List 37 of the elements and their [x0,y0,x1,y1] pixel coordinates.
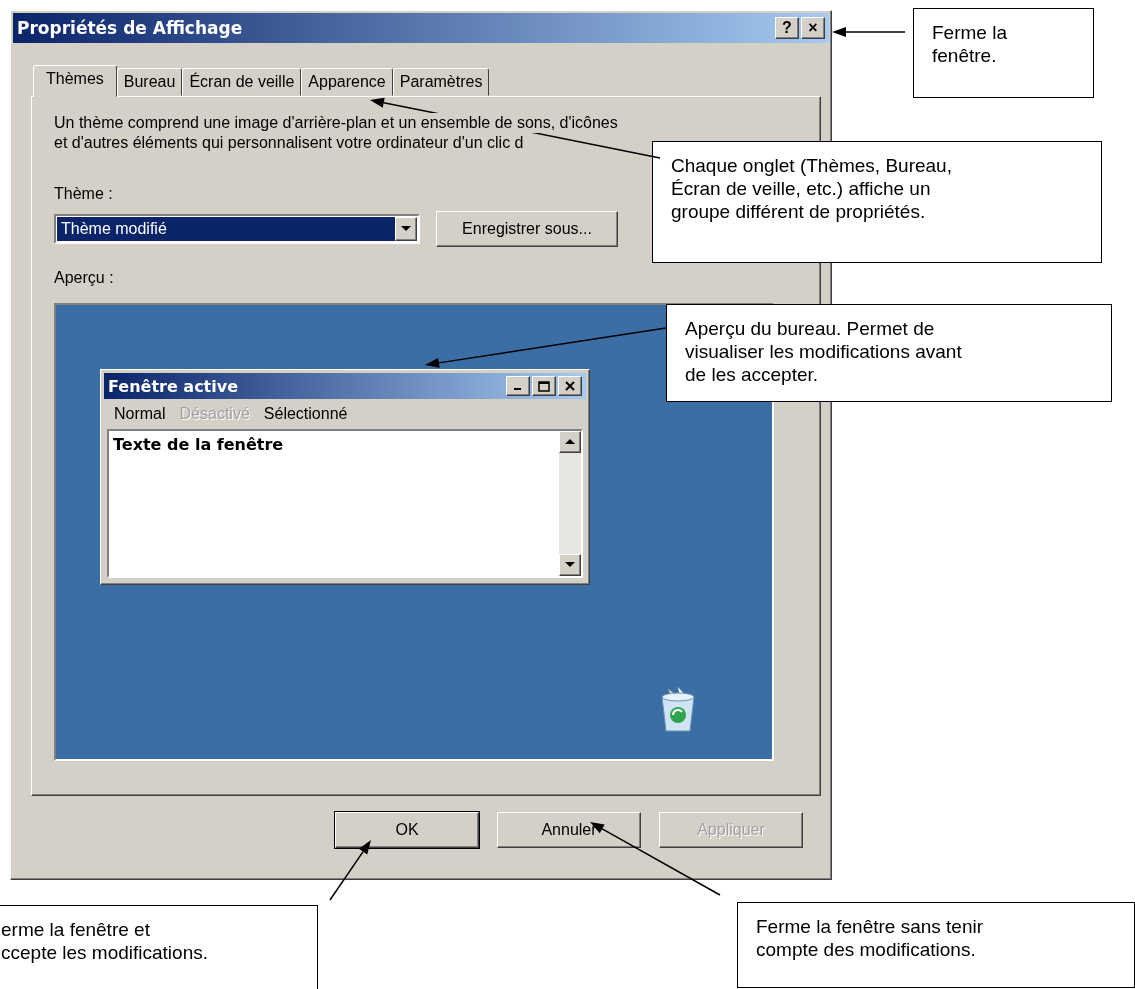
preview-window-title: Fenêtre active [108,376,239,396]
window-text: Texte de la fenêtre [112,434,285,456]
callout-text: Ferme la fenêtre sans tenir [756,915,985,938]
callout-text: Ferme la [932,21,1008,44]
callout-text: Chaque onglet (Thèmes, Bureau, [671,154,953,177]
minimize-icon [506,376,530,396]
callout-text: Aperçu du bureau. Permet de [685,317,936,340]
callout-text: Écran de veille, etc.) affiche un [671,177,932,200]
tab[interactable]: Bureau [116,68,183,96]
callout-text: fenêtre. [932,44,998,67]
description-text: Un thème comprend une image d'arrière-plan et un ensemble de sons, d'icônes [54,113,618,133]
theme-dropdown[interactable]: Thème modifié [54,214,420,244]
maximize-icon [532,376,556,396]
dropdown-button[interactable] [395,217,417,241]
preview-label: Aperçu : [54,269,114,287]
callout-text: visualiser les modifications avant [685,340,963,363]
close-button[interactable]: × [801,17,825,39]
cancel-button[interactable]: Annuler [497,812,641,848]
theme-label: Thème : [54,185,113,203]
window-title: Propriétés de Affichage [17,18,243,38]
description-text: et d'autres éléments qui personnalisent votre ordinateur d'un clic d [54,133,524,153]
arrow [329,840,371,901]
tab[interactable]: Thèmes [33,65,117,97]
tab[interactable]: Apparence [301,68,393,96]
callout-text: groupe différent de propriétés. [671,200,927,223]
help-button[interactable]: ? [775,17,799,39]
close-icon [558,376,582,396]
recycle-bin-icon [658,687,698,733]
callout-text: erme la fenêtre et [1,918,151,941]
callout-text: de les accepter. [685,363,820,386]
tab[interactable]: Paramètres [392,68,490,96]
callout-text: compte des modifications. [756,938,977,961]
callout-text: ccepte les modifications. [1,941,209,964]
tab[interactable]: Écran de veille [182,68,302,96]
ok-button[interactable]: OK [335,812,479,848]
save-as-button[interactable]: Enregistrer sous... [436,211,618,247]
caret-icon [401,226,411,232]
